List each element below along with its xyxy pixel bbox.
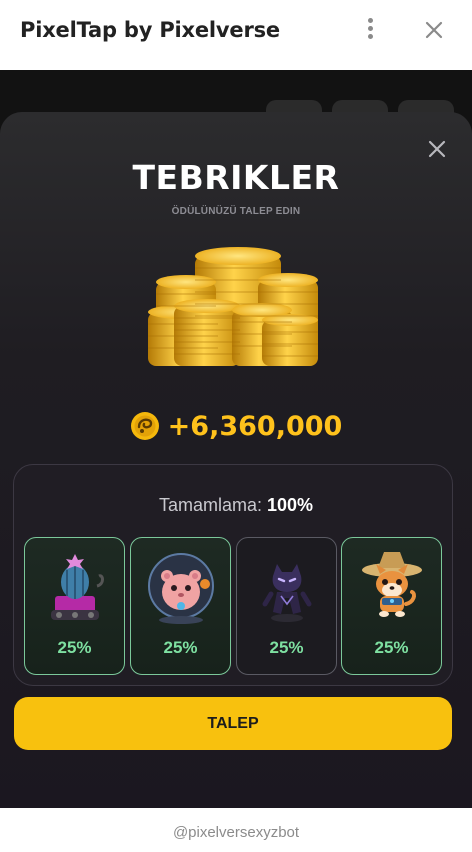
- claim-button[interactable]: TALEP: [14, 697, 452, 750]
- app-title: PixelTap by Pixelverse: [20, 18, 280, 42]
- pet-card-shiba[interactable]: 25%: [341, 537, 442, 675]
- pixel-coin-icon: [130, 412, 159, 440]
- pet-card-panther[interactable]: 25%: [236, 537, 337, 675]
- cactus-pet-icon: [51, 554, 104, 620]
- card-percent: 25%: [163, 638, 198, 657]
- modal-subtitle: ÖDÜLÜNÜZÜ TALEP EDIN: [171, 206, 301, 217]
- modal-title: TEBRIKLER: [132, 158, 340, 197]
- pet-card-hamster[interactable]: 25%: [130, 537, 231, 675]
- shiba-pet-icon: [362, 552, 422, 617]
- reward-amount-row: +6,360,000: [0, 406, 472, 446]
- claim-button-label: TALEP: [207, 715, 259, 732]
- completion-value: 100%: [267, 495, 314, 515]
- more-vertical-icon[interactable]: [358, 18, 382, 44]
- coin-stack-icon: [148, 247, 318, 366]
- card-percent: 25%: [269, 638, 304, 657]
- panther-pet-icon: [262, 564, 312, 622]
- bot-handle: @pixelversexyzbot: [172, 824, 300, 841]
- completion-text: Tamamlama: 100%: [0, 495, 472, 516]
- reward-amount: +6,360,000: [167, 410, 343, 442]
- close-icon[interactable]: [420, 16, 448, 44]
- completion-label: Tamamlama:: [158, 495, 262, 515]
- hamster-pet-icon: [148, 553, 214, 624]
- card-percent: 25%: [57, 638, 92, 657]
- title-bar: PixelTap by Pixelverse: [0, 0, 472, 70]
- pet-card-cactus[interactable]: 25%: [24, 537, 125, 675]
- card-percent: 25%: [374, 638, 409, 657]
